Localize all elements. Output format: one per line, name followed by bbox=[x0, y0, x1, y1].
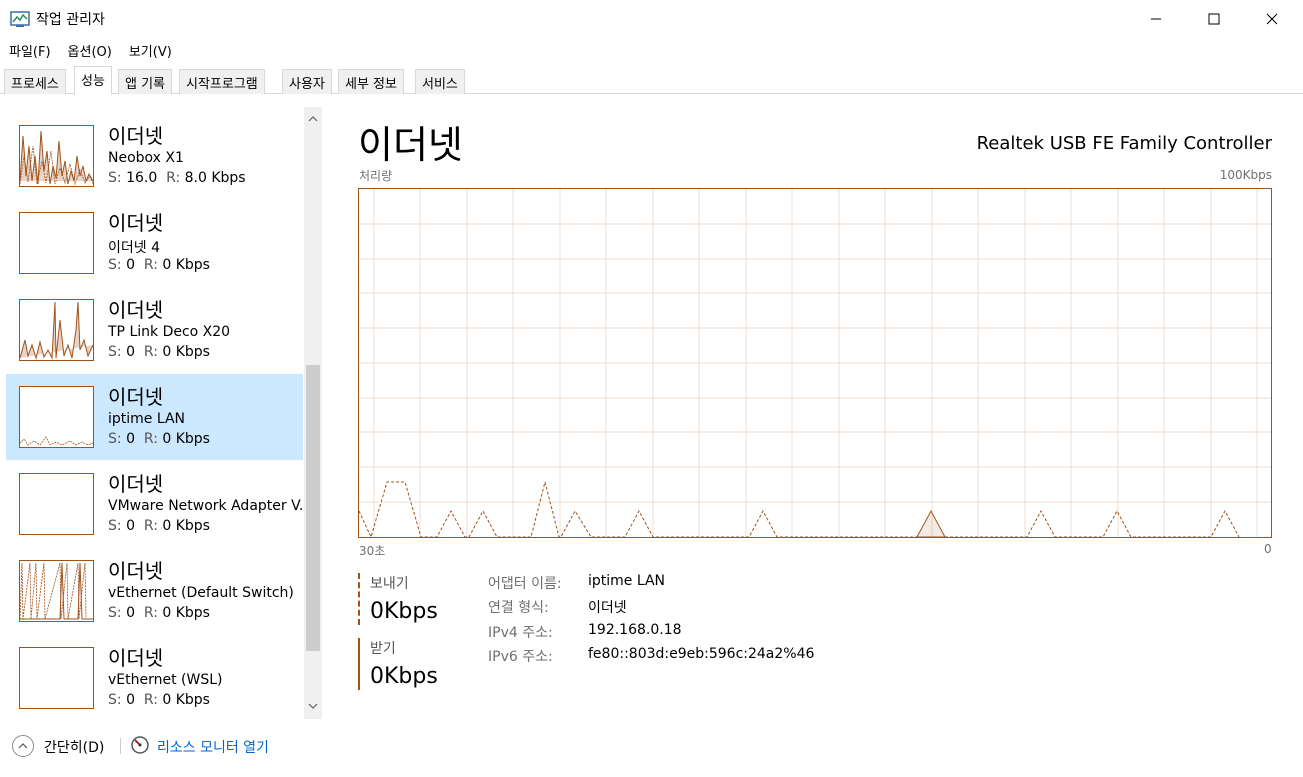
receive-label: 받기 bbox=[370, 641, 396, 657]
device-title: 이더넷 bbox=[108, 124, 164, 148]
collapse-button[interactable] bbox=[12, 735, 34, 757]
minimize-button[interactable] bbox=[1127, 0, 1185, 38]
resource-monitor-icon bbox=[131, 736, 149, 754]
device-subtitle: iptime LAN bbox=[108, 411, 186, 427]
device-stats: S: 0 R: 0 Kbps bbox=[108, 605, 210, 621]
device-subtitle: 이더넷 4 bbox=[108, 240, 160, 256]
throughput-graph bbox=[358, 188, 1272, 538]
device-stats: S: 0 R: 0 Kbps bbox=[108, 344, 210, 360]
device-title: 이더넷 bbox=[108, 385, 164, 409]
device-subtitle: vEthernet (WSL) bbox=[108, 672, 223, 688]
throughput-label: 처리량 bbox=[359, 169, 393, 183]
adapter-name-value: iptime LAN bbox=[588, 573, 666, 589]
device-stats: S: 0 R: 0 Kbps bbox=[108, 431, 210, 447]
send-stat: 보내기 0Kbps bbox=[358, 573, 438, 625]
device-stats: S: 0 R: 0 Kbps bbox=[108, 518, 210, 534]
tab-app-history[interactable]: 앱 기록 bbox=[118, 69, 173, 94]
ipv4-key: IPv4 주소: bbox=[488, 625, 553, 641]
tab-users[interactable]: 사용자 bbox=[282, 69, 332, 94]
task-manager-icon bbox=[10, 11, 30, 27]
device-list: 이더넷 Neobox X1 S: 16.0 R: 8.0 Kbps 이더넷 이더… bbox=[0, 107, 326, 719]
device-subtitle: Neobox X1 bbox=[108, 150, 184, 166]
send-value: 0Kbps bbox=[370, 599, 438, 624]
receive-stat: 받기 0Kbps bbox=[358, 638, 438, 690]
device-item-ethernet4[interactable]: 이더넷 이더넷 4 S: 0 R: 0 Kbps bbox=[6, 200, 303, 286]
page-title: 이더넷 bbox=[358, 123, 463, 167]
device-subtitle: vEthernet (Default Switch) bbox=[108, 585, 294, 601]
title-bar: 작업 관리자 bbox=[0, 0, 1303, 38]
connection-type-key: 연결 형식: bbox=[488, 600, 549, 616]
scroll-up-button[interactable] bbox=[304, 110, 322, 128]
chevron-up-icon bbox=[18, 743, 28, 749]
close-icon bbox=[1266, 13, 1278, 25]
device-thumbnail-graph bbox=[19, 473, 94, 535]
menu-options[interactable]: 옵션(O) bbox=[59, 38, 120, 62]
close-button[interactable] bbox=[1243, 0, 1301, 38]
device-thumbnail-graph bbox=[19, 647, 94, 709]
device-item-tplink[interactable]: 이더넷 TP Link Deco X20 S: 0 R: 0 Kbps bbox=[6, 287, 303, 373]
device-list-scrollbar[interactable] bbox=[304, 107, 322, 719]
device-item-vmware[interactable]: 이더넷 VMware Network Adapter V... S: 0 R: … bbox=[6, 461, 303, 547]
device-item-vethernet-wsl[interactable]: 이더넷 vEthernet (WSL) S: 0 R: 0 Kbps bbox=[6, 635, 303, 719]
device-thumbnail-graph bbox=[19, 125, 94, 187]
ipv4-value: 192.168.0.18 bbox=[588, 622, 682, 638]
tab-processes[interactable]: 프로세스 bbox=[4, 69, 66, 94]
maximize-button[interactable] bbox=[1185, 0, 1243, 38]
send-series-line bbox=[359, 481, 1240, 537]
tab-services[interactable]: 서비스 bbox=[415, 69, 465, 94]
device-stats: S: 0 R: 0 Kbps bbox=[108, 257, 210, 273]
device-stats: S: 16.0 R: 8.0 Kbps bbox=[108, 170, 246, 186]
open-resource-monitor-link[interactable]: 리소스 모니터 열기 bbox=[157, 737, 269, 757]
collapse-label[interactable]: 간단히(D) bbox=[44, 737, 104, 757]
device-title: 이더넷 bbox=[108, 472, 164, 496]
device-subtitle: VMware Network Adapter V... bbox=[108, 498, 303, 514]
minimize-icon bbox=[1151, 18, 1161, 20]
scroll-thumb[interactable] bbox=[306, 365, 320, 651]
tab-details[interactable]: 세부 정보 bbox=[338, 69, 404, 94]
device-thumbnail-graph bbox=[19, 560, 94, 622]
x-axis-right-label: 0 bbox=[1264, 542, 1272, 556]
device-title: 이더넷 bbox=[108, 211, 164, 235]
device-title: 이더넷 bbox=[108, 559, 164, 583]
device-thumbnail-graph bbox=[19, 386, 94, 448]
device-item-iptime[interactable]: 이더넷 iptime LAN S: 0 R: 0 Kbps bbox=[6, 374, 303, 460]
adapter-full-name: Realtek USB FE Family Controller bbox=[976, 133, 1272, 154]
ipv6-value: fe80::803d:e9eb:596c:24a2%46 bbox=[588, 646, 815, 662]
tab-performance[interactable]: 성능 bbox=[74, 66, 112, 95]
tab-startup[interactable]: 시작프로그램 bbox=[179, 69, 265, 94]
chevron-up-icon bbox=[308, 116, 318, 122]
window-title: 작업 관리자 bbox=[36, 12, 105, 28]
device-title: 이더넷 bbox=[108, 298, 164, 322]
chevron-down-icon bbox=[308, 703, 318, 709]
footer-divider bbox=[120, 738, 121, 754]
send-label: 보내기 bbox=[370, 576, 409, 592]
menu-bar: 파일(F) 옵션(O) 보기(V) bbox=[0, 38, 180, 62]
adapter-name-key: 어댑터 이름: bbox=[488, 576, 562, 592]
menu-file[interactable]: 파일(F) bbox=[0, 38, 59, 62]
device-title: 이더넷 bbox=[108, 646, 164, 670]
receive-value: 0Kbps bbox=[370, 664, 438, 689]
device-thumbnail-graph bbox=[19, 212, 94, 274]
scroll-down-button[interactable] bbox=[304, 697, 322, 715]
x-axis-left-label: 30초 bbox=[359, 544, 386, 558]
device-thumbnail-graph bbox=[19, 299, 94, 361]
device-stats: S: 0 R: 0 Kbps bbox=[108, 692, 210, 708]
ipv6-key: IPv6 주소: bbox=[488, 649, 553, 665]
device-subtitle: TP Link Deco X20 bbox=[108, 324, 231, 340]
tab-bar: 프로세스 성능 앱 기록 시작프로그램 사용자 세부 정보 서비스 bbox=[0, 66, 1303, 95]
device-item-neobox[interactable]: 이더넷 Neobox X1 S: 16.0 R: 8.0 Kbps bbox=[6, 113, 303, 199]
connection-type-value: 이더넷 bbox=[588, 600, 627, 616]
receive-series-area bbox=[916, 509, 946, 537]
device-item-vethernet-default[interactable]: 이더넷 vEthernet (Default Switch) S: 0 R: 0… bbox=[6, 548, 303, 634]
footer: 간단히(D) 리소스 모니터 열기 bbox=[0, 728, 1303, 768]
menu-view[interactable]: 보기(V) bbox=[120, 38, 180, 62]
max-scale-label: 100Kbps bbox=[1219, 168, 1272, 182]
maximize-icon bbox=[1208, 13, 1220, 25]
